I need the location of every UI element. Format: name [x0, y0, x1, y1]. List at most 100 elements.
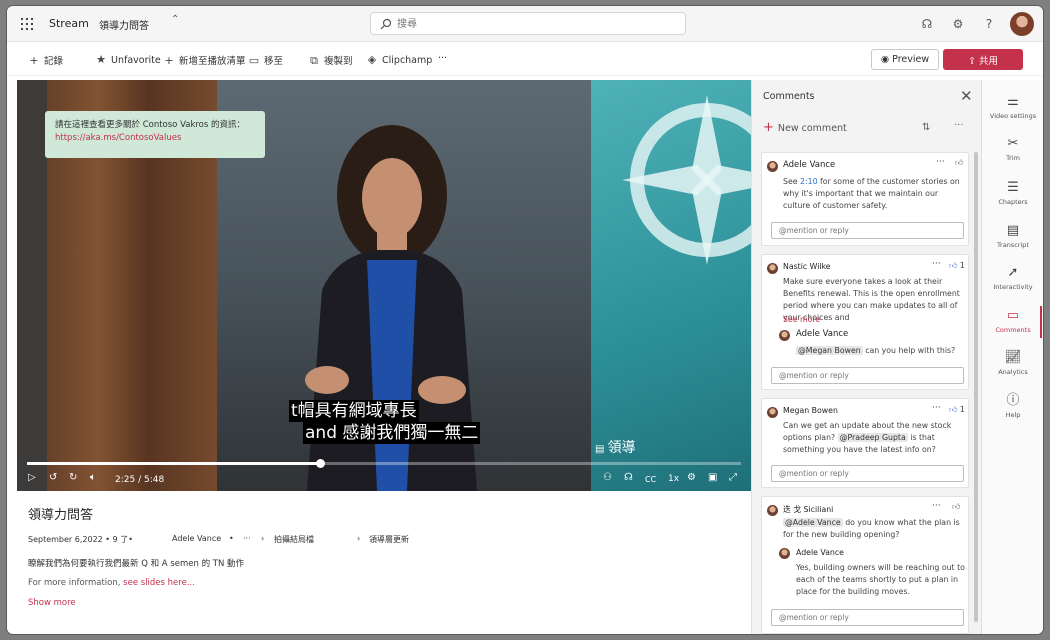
clipchamp-button[interactable]: ◈ Clipchamp	[366, 53, 433, 66]
search-input[interactable]	[397, 16, 677, 32]
comment-card: Nastic Wilke ··· 👍︎ 1 Make sure everyone…	[761, 254, 969, 390]
fullscreen-icon[interactable]: ⤢	[729, 472, 737, 483]
avatar[interactable]	[1010, 12, 1034, 36]
comment-author: Megan Bowen	[783, 406, 838, 415]
avatar	[779, 548, 790, 559]
close-icon[interactable]: ✕	[960, 87, 973, 105]
app-name[interactable]: Stream	[49, 17, 89, 30]
slides-link[interactable]: see slides here...	[123, 578, 195, 588]
copy-icon: ⧉	[310, 54, 318, 67]
mention-tag[interactable]: @Adele Vance	[783, 518, 843, 527]
new-comment-button[interactable]: + New comment	[763, 120, 847, 135]
like-icon[interactable]: 👍︎	[952, 502, 960, 512]
feedback-icon[interactable]: ☊	[919, 16, 935, 32]
seek-bar[interactable]	[27, 459, 741, 468]
more-commands-button[interactable]: ···	[438, 53, 447, 64]
volume-icon[interactable]: 🔈︎	[90, 472, 96, 483]
rail-video-settings[interactable]: ⚌ Video settings	[982, 94, 1043, 120]
reply-text: @Megan Bowen can you help with this?	[796, 346, 956, 355]
playback-speed-button[interactable]: 1x	[668, 474, 679, 484]
rail-comments[interactable]: ▭ Comments	[982, 308, 1043, 334]
caption-line-2: and 感謝我們獨一無二	[303, 422, 481, 444]
rail-analytics[interactable]: 📈︎ Analytics	[982, 350, 1043, 376]
video-title: 領導力問答	[28, 508, 94, 523]
reply-input[interactable]	[772, 368, 963, 383]
scrollbar[interactable]	[974, 152, 978, 622]
video-player[interactable]: 請在這裡查看更多關於 Contoso Vakros 的資訊： https://a…	[17, 80, 751, 491]
related-link-1[interactable]: 拍攝結局檔	[274, 534, 314, 545]
copy-to-button[interactable]: ⧉ 複製到	[308, 53, 352, 68]
show-more-link[interactable]: Show more	[28, 598, 76, 608]
avatar	[767, 263, 778, 274]
author-separator: •	[229, 534, 234, 543]
see-more-link[interactable]: See more	[783, 315, 820, 324]
rail-help[interactable]: ⓘ Help	[982, 393, 1043, 419]
like-icon[interactable]: 👍︎	[955, 158, 963, 168]
forward-10-icon[interactable]: ↻	[69, 472, 77, 483]
preview-button[interactable]: ◉ Preview	[871, 49, 939, 70]
share-button[interactable]: ⇪ 共用	[943, 49, 1023, 70]
reply-field[interactable]	[771, 609, 964, 626]
more-options-icon[interactable]: ···	[936, 157, 945, 167]
reply-input[interactable]	[772, 223, 963, 238]
gear-icon[interactable]: ⚙	[950, 16, 966, 32]
reply-field[interactable]	[771, 465, 964, 482]
plus-icon: +	[164, 54, 174, 67]
settings-toggle-icon: ⚌	[1007, 94, 1019, 109]
comment-icon: ▭	[1006, 308, 1020, 323]
sort-icon[interactable]: ⇅	[922, 122, 930, 133]
mention-tag[interactable]: @Megan Bowen	[796, 346, 863, 355]
scissors-icon: ✂	[1007, 136, 1019, 151]
rewind-10-icon[interactable]: ↺	[49, 472, 57, 483]
help-icon[interactable]: ?	[981, 16, 997, 32]
chevron-up-icon[interactable]: ⌃	[171, 14, 179, 25]
headphones-icon[interactable]: ☊	[624, 472, 633, 483]
seek-bar-handle[interactable]	[315, 459, 325, 468]
breadcrumb[interactable]: 領導力問答	[99, 17, 149, 32]
more-options-button[interactable]: ···	[243, 534, 251, 543]
unfavorite-button[interactable]: ★ Unfavorite	[95, 53, 161, 66]
play-icon[interactable]: ▷	[28, 472, 36, 483]
reply-field[interactable]	[771, 367, 964, 384]
record-button[interactable]: + 記錄	[28, 53, 63, 67]
eye-icon: ◉	[880, 54, 893, 65]
more-options-icon[interactable]: ···	[932, 259, 941, 269]
mention-tag[interactable]: @Pradeep Gupta	[837, 433, 908, 442]
rail-chapters[interactable]: ☰ Chapters	[982, 180, 1043, 206]
related-link-2[interactable]: 領導層更新	[369, 534, 409, 545]
top-bar: Stream 領導力問答 ⌃ ☊ ⚙ ?	[7, 6, 1043, 42]
time-readout: 2:25 / 5:48	[115, 475, 165, 485]
transcript-icon: ▤	[1006, 223, 1020, 238]
closed-captions-icon[interactable]: CC	[645, 475, 656, 484]
gear-icon[interactable]: ⚙	[687, 472, 696, 483]
video-author[interactable]: Adele Vance	[172, 534, 221, 543]
reply-input[interactable]	[772, 610, 963, 625]
rail-interactivity[interactable]: ➚ Interactivity	[982, 265, 1043, 291]
rail-trim[interactable]: ✂ Trim	[982, 136, 1043, 162]
info-card-link[interactable]: https://aka.ms/ContosoValues	[55, 132, 255, 145]
like-icon[interactable]: 👍︎ 1	[949, 405, 965, 415]
rail-transcript[interactable]: ▤ Transcript	[982, 223, 1043, 249]
avatar	[767, 161, 778, 172]
move-to-button[interactable]: ▭ 移至	[248, 53, 283, 67]
more-options-icon[interactable]: ···	[932, 403, 941, 413]
add-to-playlist-button[interactable]: + 新增至播放清單	[163, 53, 245, 67]
search-box[interactable]	[370, 12, 686, 35]
comment-card: Megan Bowen ··· 👍︎ 1 Can we get an updat…	[761, 398, 969, 488]
reply-author: Adele Vance	[796, 329, 849, 339]
like-icon[interactable]: 👍︎ 1	[949, 261, 965, 271]
chapter-marker[interactable]: ▤ 領導	[595, 437, 636, 457]
video-description: 瞭解我們為何要執行我們最新 Q 和 A semen 的 TN 動作	[28, 559, 245, 569]
more-options-icon[interactable]: ···	[932, 501, 941, 511]
app-launcher-icon[interactable]	[21, 18, 33, 30]
more-options-icon[interactable]: ···	[954, 120, 964, 131]
picture-in-picture-icon[interactable]: ▣	[708, 472, 717, 483]
reply-field[interactable]	[771, 222, 964, 239]
share-icon: ⇪	[968, 55, 979, 67]
right-rail: ⚌ Video settings ✂ Trim ☰ Chapters ▤ Transcr…	[981, 80, 1043, 634]
people-icon[interactable]: ⚇	[603, 472, 612, 483]
reply-input[interactable]	[772, 466, 963, 481]
comment-text: See 2:10 for some of the customer storie…	[783, 177, 960, 210]
timestamp-link[interactable]: 2:10	[800, 177, 818, 186]
seek-bar-progress	[27, 462, 320, 465]
